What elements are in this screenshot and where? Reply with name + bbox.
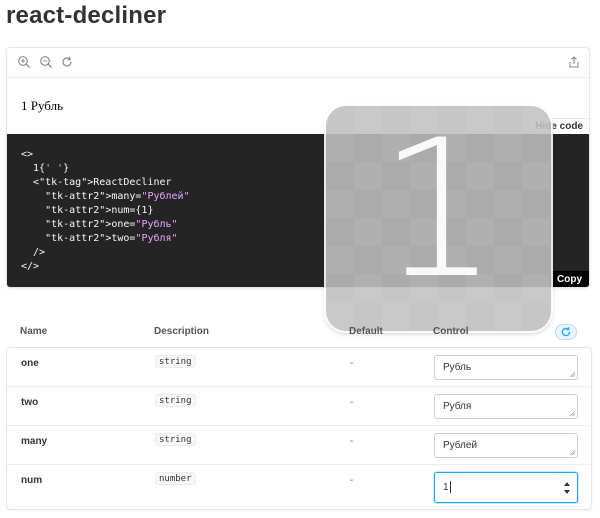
arg-type: string xyxy=(155,433,196,446)
code-line: 1{' '} xyxy=(21,163,70,174)
table-row: one string - Рубль xyxy=(7,348,591,387)
preview-toolbar xyxy=(7,48,589,78)
code-line: "tk-attr2">num={1} xyxy=(45,205,154,216)
column-control: Control xyxy=(433,326,469,337)
code-line: <"tk-tag">ReactDecliner xyxy=(21,177,172,188)
overlay-number: 1 xyxy=(378,99,499,320)
reset-icon xyxy=(561,327,571,337)
column-name: Name xyxy=(20,326,48,337)
reset-controls-button[interactable] xyxy=(555,324,577,340)
arg-type: number xyxy=(155,472,196,485)
column-default: Default xyxy=(349,326,383,337)
resize-grip-icon[interactable] xyxy=(569,449,576,456)
page-title: react-decliner xyxy=(6,2,167,29)
resize-grip-icon[interactable] xyxy=(569,371,576,378)
number-overlay: 1 xyxy=(326,106,551,331)
arg-name: two xyxy=(21,397,39,408)
resize-grip-icon[interactable] xyxy=(569,410,576,417)
table-row: num number - 1 xyxy=(7,465,591,509)
code-line: "tk-attr2">one="Рубль" xyxy=(45,219,178,230)
arg-default: - xyxy=(350,358,354,369)
args-table: one string - Рубль two string - Рубля ma… xyxy=(6,347,592,510)
two-value: Рубля xyxy=(443,401,472,412)
num-input[interactable]: 1 xyxy=(434,472,578,503)
code-line: </> xyxy=(21,261,40,272)
table-row: two string - Рубля xyxy=(7,387,591,426)
arg-type: string xyxy=(155,355,196,368)
num-value: 1 xyxy=(443,482,449,493)
arg-name: one xyxy=(21,358,39,369)
code-line: /> xyxy=(21,247,46,258)
arg-default: - xyxy=(350,397,354,408)
zoom-out-icon[interactable] xyxy=(39,55,55,71)
table-row: many string - Рублей xyxy=(7,426,591,465)
two-textarea[interactable]: Рубля xyxy=(434,394,578,419)
code-line: "tk-attr2">many="Рублей" xyxy=(45,191,190,202)
many-textarea[interactable]: Рублей xyxy=(434,433,578,458)
arg-name: num xyxy=(21,475,43,486)
refresh-icon[interactable] xyxy=(60,55,76,71)
code-line: <> xyxy=(21,149,34,160)
number-spinner-icon[interactable] xyxy=(563,481,571,495)
arg-default: - xyxy=(350,436,354,447)
one-textarea[interactable]: Рубль xyxy=(434,355,578,380)
share-icon[interactable] xyxy=(567,55,583,71)
arg-name: many xyxy=(21,436,48,447)
text-caret xyxy=(449,481,451,494)
code-text: <> 1{' '} <"tk-tag">ReactDecliner "tk-at… xyxy=(21,148,190,274)
one-value: Рубль xyxy=(443,362,472,373)
code-line: "tk-attr2">two="Рубля" xyxy=(45,233,178,244)
column-description: Description xyxy=(154,326,210,337)
arg-type: string xyxy=(155,394,196,407)
arg-default: - xyxy=(350,475,354,486)
copy-button[interactable]: Copy xyxy=(550,271,589,287)
many-value: Рублей xyxy=(443,440,478,451)
args-table-header: Name Description Default Control xyxy=(0,322,600,342)
rendered-output: 1 Рубль xyxy=(21,98,64,113)
zoom-in-icon[interactable] xyxy=(17,55,33,71)
